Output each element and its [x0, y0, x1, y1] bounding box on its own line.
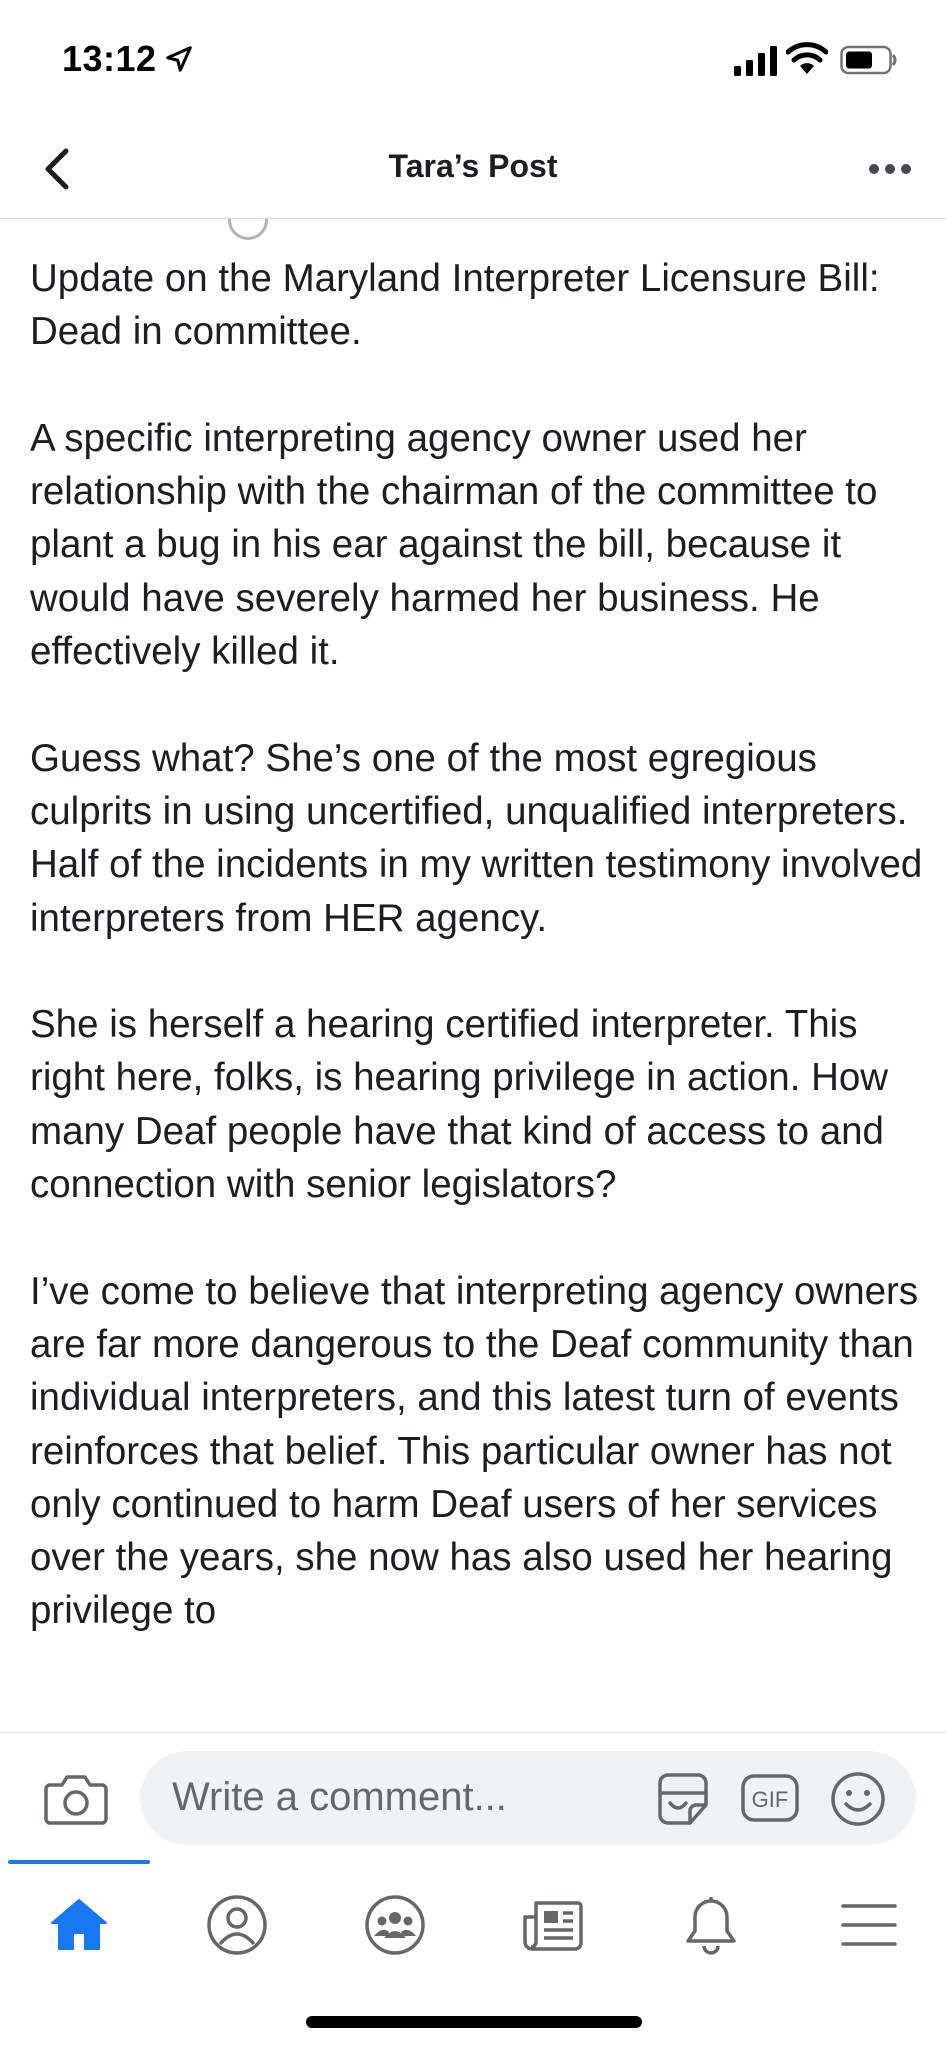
post-paragraph: She is herself a hearing certified inter… [30, 1003, 889, 1207]
tab-news[interactable] [474, 1880, 632, 1970]
tab-notifications[interactable] [632, 1880, 790, 1970]
status-bar: 13:12 [0, 0, 946, 120]
post-paragraph: Guess what? She’s one of the most egregi… [30, 736, 923, 940]
bell-icon [686, 1897, 736, 1955]
gif-icon: GIF [741, 1774, 799, 1822]
ellipsis-icon [869, 164, 911, 174]
page-title: Tara’s Post [388, 148, 558, 184]
post-paragraph: A specific interpreting agency owner use… [30, 416, 878, 674]
camera-icon [44, 1775, 108, 1825]
sticker-button[interactable] [652, 1769, 714, 1829]
tab-groups[interactable] [316, 1880, 474, 1970]
comment-placeholder: Write a comment... [172, 1775, 507, 1819]
active-tab-indicator [8, 1860, 150, 1864]
battery-icon [840, 45, 897, 75]
wifi-icon [786, 42, 828, 74]
comment-bar: Write a comment... GIF [0, 1732, 946, 1861]
tab-profile[interactable] [158, 1880, 316, 1970]
emoji-icon [831, 1772, 885, 1826]
status-time: 13:12 [62, 38, 157, 79]
groups-icon [365, 1895, 425, 1955]
tab-menu[interactable] [790, 1880, 946, 1970]
post-paragraph: I’ve come to believe that interpreting a… [30, 1269, 919, 1633]
tab-home[interactable] [0, 1880, 158, 1970]
post-paragraph: Update on the Maryland Interpreter Licen… [30, 257, 880, 354]
home-icon [51, 1899, 107, 1950]
gif-label: GIF [752, 1787, 789, 1812]
profile-icon [207, 1895, 267, 1955]
avatar [228, 218, 268, 240]
navigation-bar: Tara’s Post [0, 120, 946, 219]
more-options-button[interactable] [860, 144, 920, 194]
camera-button[interactable] [44, 1771, 108, 1827]
home-indicator [306, 2016, 642, 2028]
emoji-button[interactable] [828, 1769, 888, 1829]
post-body: Update on the Maryland Interpreter Licen… [30, 252, 926, 1691]
location-arrow-icon [166, 46, 192, 72]
hamburger-menu-icon [841, 1904, 897, 1946]
comment-input[interactable]: Write a comment... GIF [140, 1751, 916, 1845]
news-icon [523, 1901, 583, 1951]
gif-button[interactable]: GIF [740, 1771, 800, 1825]
cellular-signal-icon [734, 46, 777, 76]
post-content: Update on the Maryland Interpreter Licen… [0, 218, 946, 1732]
sticker-icon [658, 1773, 708, 1825]
